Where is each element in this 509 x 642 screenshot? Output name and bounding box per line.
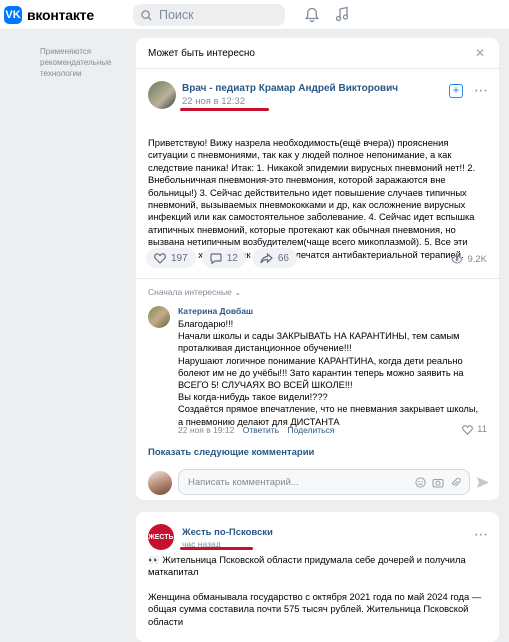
comment-date[interactable]: 22 ноя в 19:12 <box>178 425 234 435</box>
author-avatar[interactable] <box>148 81 176 109</box>
post-text: 👀 Жительница Псковской области придумала… <box>148 554 490 628</box>
top-bar: VK вконтакте Поиск <box>0 0 509 30</box>
search-icon <box>141 9 152 21</box>
divider <box>136 68 499 69</box>
close-icon[interactable]: ✕ <box>475 46 485 60</box>
share-link[interactable]: Поделиться <box>287 425 334 435</box>
search-placeholder: Поиск <box>159 8 194 22</box>
show-more-comments-link[interactable]: Показать следующие комментарии <box>148 447 314 458</box>
comment-button[interactable]: 12 <box>201 248 246 268</box>
comment-line: Вы когда-нибудь такое видели!??? <box>178 392 328 403</box>
comment-count: 12 <box>226 252 238 264</box>
search-input[interactable]: Поиск <box>133 4 285 26</box>
views-counter: 9.2K <box>451 254 487 265</box>
vk-logo-icon: VK <box>4 6 22 24</box>
emoji-icon[interactable] <box>415 477 426 488</box>
share-icon <box>260 252 273 263</box>
post-headline: 👀 Жительница Псковской области придумала… <box>148 554 466 578</box>
comment-like-button[interactable]: 11 <box>462 424 487 435</box>
news-post-card: ЖЕСТЬ Жесть по-Псковски час назад ⋯ 👀 Жи… <box>136 512 499 642</box>
comment-text: Благодарю!!! Начали школы и сады ЗАКРЫВА… <box>178 318 483 428</box>
camera-icon[interactable] <box>432 477 444 488</box>
vk-logo-text: вконтакте <box>27 7 94 23</box>
recommendation-note: Применяются рекомендательные технологии <box>40 47 112 78</box>
group-name[interactable]: Жесть по-Псковски <box>182 527 273 538</box>
share-button[interactable]: 66 <box>251 248 297 268</box>
more-options-icon[interactable]: ⋯ <box>474 82 488 99</box>
more-options-icon[interactable]: ⋯ <box>474 526 488 543</box>
post-paragraph: Женщина обманывала государство с октября… <box>148 590 482 627</box>
vk-logo[interactable]: VK вконтакте <box>4 6 94 24</box>
music-icon[interactable] <box>335 6 349 22</box>
comment-author[interactable]: Катерина Довбаш <box>178 306 253 316</box>
comment-meta: 22 ноя в 19:12 Ответить Поделиться <box>178 425 334 435</box>
comment-line: Начали школы и сады ЗАКРЫВАТЬ НА КАРАНТИ… <box>178 331 460 354</box>
subscribe-plus-icon[interactable]: + <box>449 84 463 98</box>
comments-sort-dropdown[interactable]: Сначала интересные ⌄ <box>148 287 241 298</box>
send-icon[interactable] <box>476 476 490 489</box>
like-button[interactable]: 197 <box>146 248 196 268</box>
comment-like-count: 11 <box>477 424 487 435</box>
attach-icon[interactable] <box>450 477 461 488</box>
commenter-avatar[interactable] <box>148 306 170 328</box>
chevron-down-icon: ⌄ <box>234 287 242 297</box>
comment-input-placeholder: Написать комментарий... <box>188 477 299 488</box>
post-date[interactable]: 22 ноя в 12:32 <box>182 96 245 107</box>
reply-link[interactable]: Ответить <box>243 425 279 435</box>
red-annotation-underline <box>180 547 253 550</box>
comment-icon <box>210 252 222 264</box>
red-annotation-underline <box>180 108 269 111</box>
current-user-avatar[interactable] <box>148 471 172 495</box>
like-count: 197 <box>171 252 188 264</box>
comment-line: Нарушают логичное понимание КАРАНТИНА, к… <box>178 355 464 391</box>
eye-icon <box>451 255 464 264</box>
comments-sort-label: Сначала интересные <box>148 287 232 297</box>
bell-icon[interactable] <box>305 7 319 23</box>
share-count: 66 <box>277 252 289 264</box>
post-actions: 197 12 66 <box>146 248 297 268</box>
comment-line: Благодарю!!! <box>178 319 234 329</box>
comment-input[interactable]: Написать комментарий... <box>178 469 470 495</box>
views-count: 9.2K <box>467 254 487 265</box>
block-title: Может быть интересно <box>148 48 255 59</box>
post-author[interactable]: Врач - педиатр Крамар Андрей Викторович <box>182 83 398 94</box>
post-text: Приветствую! Вижу назрела необходимость(… <box>148 137 476 260</box>
comment-input-icons <box>415 477 461 488</box>
divider <box>136 278 499 279</box>
group-avatar[interactable]: ЖЕСТЬ <box>148 524 174 550</box>
heart-icon <box>154 252 166 264</box>
recommended-post-card: Может быть интересно ✕ Врач - педиатр Кр… <box>136 38 499 500</box>
heart-icon <box>462 424 474 435</box>
